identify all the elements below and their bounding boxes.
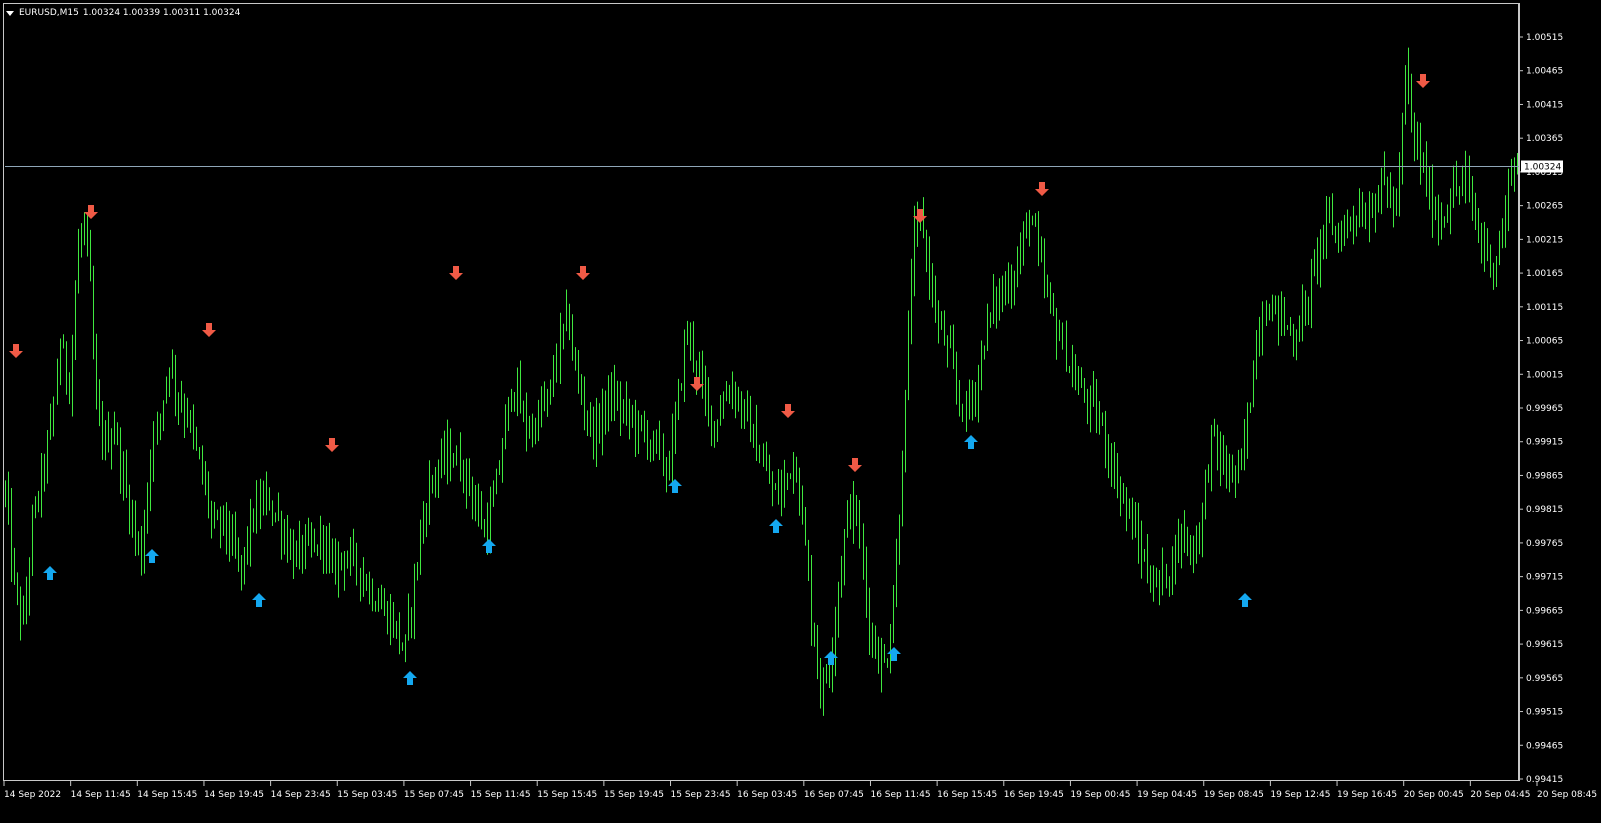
buy-arrow-icon[interactable] <box>887 647 901 661</box>
dropdown-triangle-icon[interactable] <box>6 10 14 16</box>
time-axis-label: 19 Sep 12:45 <box>1270 790 1330 800</box>
sell-arrow-icon[interactable] <box>202 323 216 337</box>
price-axis-label: 0.99465 <box>1526 741 1563 751</box>
sell-arrow-icon[interactable] <box>449 266 463 280</box>
price-axis-label: 1.00415 <box>1526 100 1563 110</box>
time-axis-label: 14 Sep 2022 <box>4 790 61 800</box>
time-axis-label: 15 Sep 03:45 <box>337 790 397 800</box>
price-axis-label: 0.99815 <box>1526 505 1563 515</box>
sell-arrow-icon[interactable] <box>325 438 339 452</box>
sell-arrow-icon[interactable] <box>848 458 862 472</box>
price-axis-label: 1.00365 <box>1526 134 1563 144</box>
price-axis-label: 0.99565 <box>1526 674 1563 684</box>
chart-window[interactable]: 1.00515 1.00465 1.00415 1.00365 1.00315 1.002… <box>0 0 1601 823</box>
quote-label: 1.00324 1.00339 1.00311 1.00324 <box>82 8 241 18</box>
time-axis-label: 15 Sep 15:45 <box>537 790 597 800</box>
sell-arrow-icon[interactable] <box>781 404 795 418</box>
price-axis-label: 1.00465 <box>1526 67 1563 77</box>
price-axis-label: 1.00165 <box>1526 269 1563 279</box>
time-axis-label: 15 Sep 19:45 <box>604 790 664 800</box>
price-axis-label: 0.99615 <box>1526 640 1563 650</box>
sell-arrow-icon[interactable] <box>1416 74 1430 88</box>
time-axis-label: 20 Sep 00:45 <box>1404 790 1464 800</box>
current-price-label: 1.00324 <box>1524 163 1561 173</box>
time-axis-label: 16 Sep 19:45 <box>1004 790 1064 800</box>
buy-arrow-icon[interactable] <box>145 549 159 563</box>
symbol-info-bar[interactable]: EURUSD,M15 1.00324 1.00339 1.00311 1.003… <box>6 6 240 20</box>
price-axis-label: 1.00015 <box>1526 370 1563 380</box>
sell-arrow-icon[interactable] <box>690 377 704 391</box>
buy-arrow-icon[interactable] <box>964 435 978 449</box>
time-axis-label: 14 Sep 19:45 <box>204 790 264 800</box>
price-axis-label: 1.00265 <box>1526 202 1563 212</box>
time-axis-label: 16 Sep 03:45 <box>737 790 797 800</box>
price-axis-label: 1.00215 <box>1526 235 1563 245</box>
price-axis-label: 0.99515 <box>1526 708 1563 718</box>
price-axis-label: 0.99765 <box>1526 539 1563 549</box>
sell-arrow-icon[interactable] <box>576 266 590 280</box>
sell-arrow-icon[interactable] <box>84 205 98 219</box>
buy-arrow-icon[interactable] <box>403 671 417 685</box>
price-axis-label: 0.99415 <box>1526 775 1563 785</box>
buy-arrow-icon[interactable] <box>482 539 496 553</box>
time-axis-label: 20 Sep 04:45 <box>1470 790 1530 800</box>
time-axis-label: 15 Sep 11:45 <box>471 790 531 800</box>
price-axis-label: 0.99965 <box>1526 404 1563 414</box>
buy-arrow-icon[interactable] <box>1238 593 1252 607</box>
symbol-label: EURUSD,M15 <box>19 8 79 18</box>
time-axis-label: 20 Sep 08:45 <box>1537 790 1597 800</box>
time-axis-label: 15 Sep 07:45 <box>404 790 464 800</box>
price-axis-label: 0.99715 <box>1526 573 1563 583</box>
price-axis-label: 1.00065 <box>1526 337 1563 347</box>
price-axis-label: 0.99665 <box>1526 606 1563 616</box>
price-axis-label: 0.99865 <box>1526 471 1563 481</box>
time-axis-label: 19 Sep 08:45 <box>1204 790 1264 800</box>
buy-arrow-icon[interactable] <box>252 593 266 607</box>
sell-arrow-icon[interactable] <box>9 344 23 358</box>
time-axis-label: 15 Sep 23:45 <box>671 790 731 800</box>
buy-arrow-icon[interactable] <box>668 479 682 493</box>
buy-arrow-icon[interactable] <box>769 519 783 533</box>
sell-arrow-icon[interactable] <box>913 209 927 223</box>
time-axis-label: 16 Sep 15:45 <box>937 790 997 800</box>
time-axis-label: 19 Sep 04:45 <box>1137 790 1197 800</box>
price-axis-label: 1.00115 <box>1526 303 1563 313</box>
time-axis-label: 14 Sep 23:45 <box>271 790 331 800</box>
sell-arrow-icon[interactable] <box>1035 182 1049 196</box>
time-axis-label: 14 Sep 15:45 <box>137 790 197 800</box>
candlestick-chart[interactable]: 1.005151.004651.004151.003651.003151.002… <box>0 0 1601 823</box>
time-axis-label: 19 Sep 00:45 <box>1070 790 1130 800</box>
time-axis-label: 19 Sep 16:45 <box>1337 790 1397 800</box>
time-axis-label: 16 Sep 11:45 <box>870 790 930 800</box>
time-axis-label: 16 Sep 07:45 <box>804 790 864 800</box>
time-axis-label: 14 Sep 11:45 <box>71 790 131 800</box>
buy-arrow-icon[interactable] <box>43 566 57 580</box>
price-axis-label: 0.99915 <box>1526 438 1563 448</box>
price-axis-label: 1.00515 <box>1526 33 1563 43</box>
